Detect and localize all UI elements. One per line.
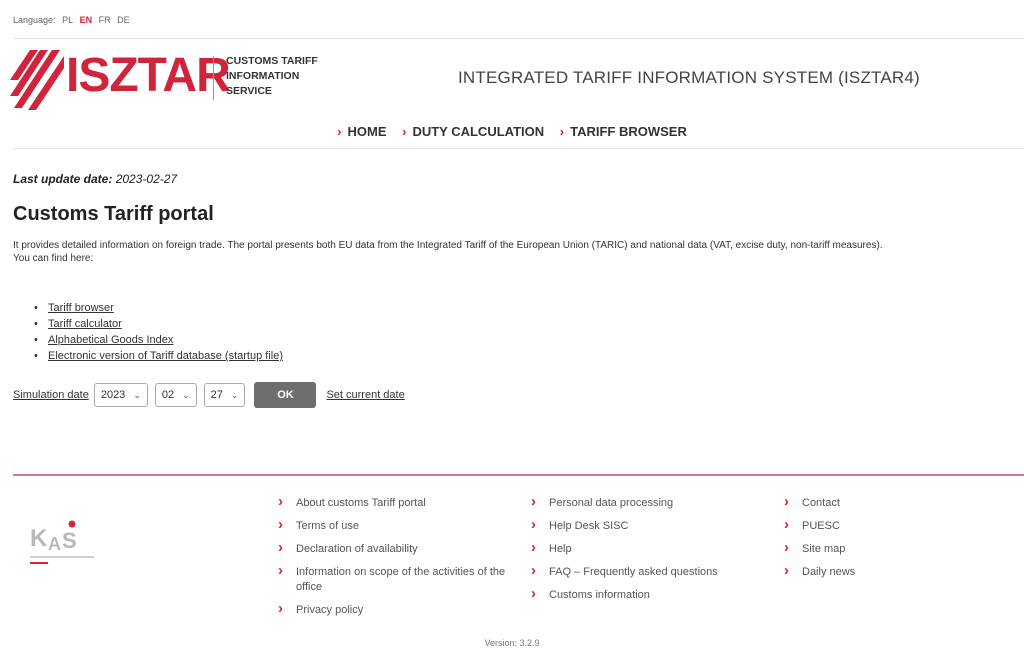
day-select[interactable]: 27 ⌄: [203, 383, 246, 407]
logo-wordmark: ISZTAR: [66, 49, 231, 102]
link-alphabetical-goods-index[interactable]: Alphabetical Goods Index: [48, 334, 173, 346]
nav-home[interactable]: › HOME: [337, 124, 386, 139]
footer-divider: [13, 474, 1024, 476]
footer-link-puesc[interactable]: PUESC: [784, 517, 984, 534]
footer-link-personal-data[interactable]: Personal data processing: [531, 494, 751, 511]
footer-link-help-desk[interactable]: Help Desk SISC: [531, 517, 751, 534]
footer-column-1: About customs Tariff portal Terms of use…: [278, 494, 508, 626]
nav-duty-calculation[interactable]: › DUTY CALCULATION: [402, 124, 544, 139]
list-item: Electronic version of Tariff database (s…: [34, 348, 283, 364]
system-title: INTEGRATED TARIFF INFORMATION SYSTEM (IS…: [458, 68, 920, 87]
list-item: Tariff calculator: [34, 316, 283, 332]
description-text: It provides detailed information on fore…: [13, 240, 883, 251]
year-select[interactable]: 2023 ⌄: [93, 383, 148, 407]
chevron-down-icon: ⌄: [230, 389, 239, 400]
chevron-down-icon: ⌄: [133, 389, 141, 400]
link-tariff-calculator[interactable]: Tariff calculator: [48, 318, 122, 330]
language-bar: Language: PL EN FR DE: [13, 15, 134, 25]
svg-text:K: K: [30, 525, 48, 552]
chevron-right-icon: ›: [402, 124, 407, 139]
logo-separator: [213, 56, 214, 100]
footer-link-terms[interactable]: Terms of use: [278, 517, 508, 534]
find-here-text: You can find here:: [13, 252, 94, 264]
last-update-value: 2023-02-27: [115, 172, 178, 186]
simulation-date-label[interactable]: Simulation date: [13, 389, 89, 401]
footer-column-2: Personal data processing Help Desk SISC …: [531, 494, 751, 611]
language-option-de[interactable]: DE: [117, 15, 130, 25]
svg-text:S: S: [62, 528, 77, 553]
language-label: Language:: [13, 15, 56, 25]
simulation-date-form: Simulation date 2023 ⌄ 02 ⌄ 27 ⌄ OK Set cur…: [13, 382, 405, 408]
logo-subtitle: CUSTOMS TARIFF INFORMATION SERVICE: [226, 55, 318, 97]
footer-column-3: Contact PUESC Site map Daily news: [784, 494, 984, 588]
language-option-en[interactable]: EN: [80, 15, 93, 25]
chevron-right-icon: ›: [559, 124, 565, 139]
portal-links: Tariff browser Tariff calculator Alphabe…: [34, 300, 283, 364]
footer-link-contact[interactable]: Contact: [784, 494, 984, 511]
footer-link-privacy[interactable]: Privacy policy: [278, 601, 508, 618]
footer-link-customs-info[interactable]: Customs information: [531, 586, 751, 603]
footer-link-daily-news[interactable]: Daily news: [784, 563, 984, 580]
portal-description: It provides detailed information on fore…: [13, 240, 1018, 265]
chevron-right-icon: ›: [337, 124, 342, 139]
isztar-logo[interactable]: ISZTAR CUSTOMS TARIFF INFORMATION SERVIC…: [8, 46, 328, 114]
nav-tariff-browser[interactable]: › TARIFF BROWSER: [560, 124, 687, 139]
svg-text:A: A: [48, 534, 61, 554]
language-option-pl[interactable]: PL: [62, 15, 73, 25]
set-current-date-link[interactable]: Set current date: [326, 389, 404, 401]
footer-link-faq[interactable]: FAQ – Frequently asked questions: [531, 563, 751, 580]
link-tariff-browser[interactable]: Tariff browser: [48, 302, 114, 314]
nav-divider: [13, 148, 1024, 149]
list-item: Tariff browser: [34, 300, 283, 316]
link-electronic-tariff-database[interactable]: Electronic version of Tariff database (s…: [48, 350, 283, 362]
footer-link-availability[interactable]: Declaration of availability: [278, 540, 508, 557]
ok-button[interactable]: OK: [254, 382, 317, 408]
footer-link-help[interactable]: Help: [531, 540, 751, 557]
logo-stripes-icon: [10, 50, 64, 110]
language-option-fr[interactable]: FR: [99, 15, 111, 25]
version-label: Version: 3.2.9: [484, 638, 540, 648]
chevron-down-icon: ⌄: [182, 389, 190, 400]
page-title: Customs Tariff portal: [13, 203, 214, 225]
main-nav: › HOME › DUTY CALCULATION › TARIFF BROWSER: [0, 124, 1024, 139]
footer-link-scope[interactable]: Information on scope of the activities o…: [278, 563, 508, 595]
footer-link-about[interactable]: About customs Tariff portal: [278, 494, 508, 511]
top-divider: [13, 38, 1024, 39]
kas-logo-icon: K A S: [30, 520, 94, 564]
footer-link-site-map[interactable]: Site map: [784, 540, 984, 557]
last-update: Last update date: 2023-02-27: [13, 172, 177, 186]
month-select[interactable]: 02 ⌄: [154, 383, 197, 407]
list-item: Alphabetical Goods Index: [34, 332, 283, 348]
last-update-label: Last update date:: [13, 172, 113, 186]
